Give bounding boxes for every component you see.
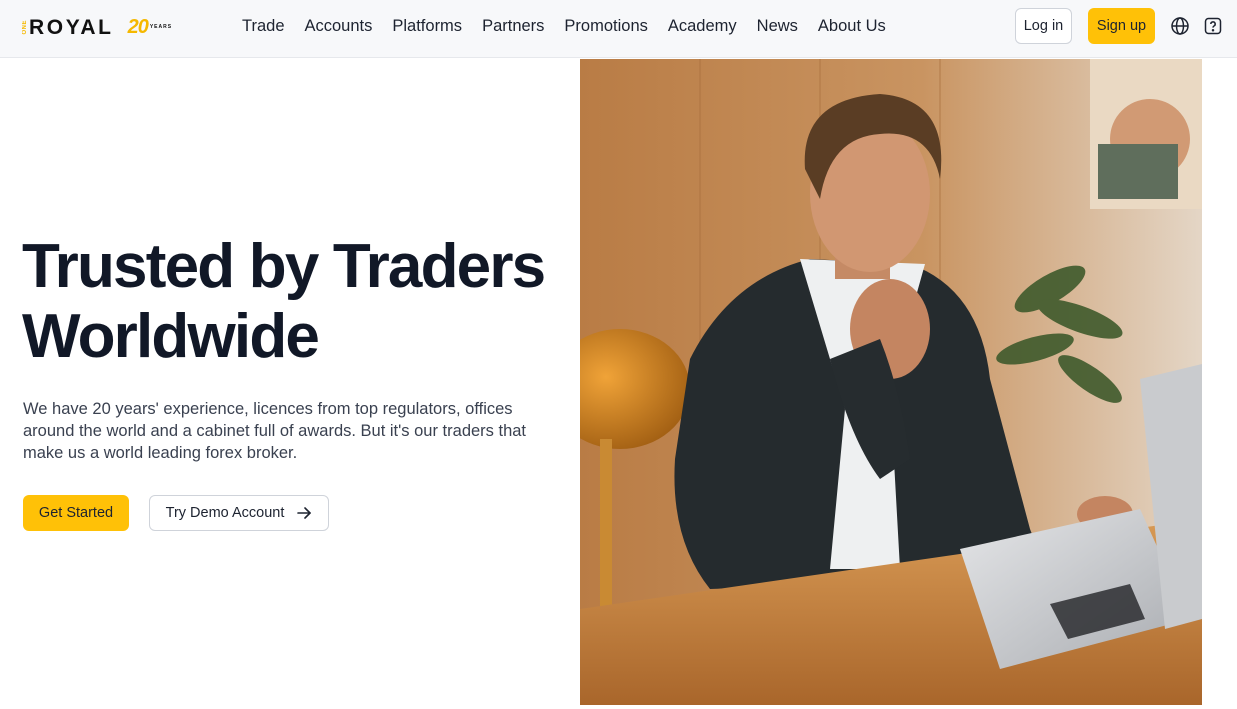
nav-item-platforms[interactable]: Platforms — [392, 16, 462, 36]
nav-item-partners[interactable]: Partners — [482, 16, 544, 36]
help-icon[interactable] — [1203, 16, 1223, 36]
logo-one-text: ONE — [22, 19, 28, 35]
signup-button[interactable]: Sign up — [1088, 8, 1155, 44]
brand-logo[interactable]: ONE ROYAL 20 YEARS — [22, 12, 172, 42]
hero-photo — [580, 59, 1202, 705]
hero-title-line-1: Trusted by Traders — [22, 232, 546, 301]
nav-item-accounts[interactable]: Accounts — [305, 16, 373, 36]
nav-item-academy[interactable]: Academy — [668, 16, 737, 36]
site-header: ONE ROYAL 20 YEARS Trade Accounts Platfo… — [0, 0, 1237, 58]
login-button[interactable]: Log in — [1015, 8, 1072, 44]
hero-title: Trusted by Traders Worldwide — [22, 232, 562, 372]
main-nav: Trade Accounts Platforms Partners Promot… — [242, 16, 906, 36]
nav-item-news[interactable]: News — [757, 16, 798, 36]
globe-icon[interactable] — [1170, 16, 1190, 36]
try-demo-account-label: Try Demo Account — [165, 505, 285, 521]
logo-anniversary-word: YEARS — [149, 24, 173, 30]
get-started-button[interactable]: Get Started — [23, 495, 129, 531]
arrow-right-icon — [297, 507, 312, 519]
logo-brand-text: ROYAL — [29, 15, 114, 39]
nav-item-promotions[interactable]: Promotions — [564, 16, 647, 36]
try-demo-account-button[interactable]: Try Demo Account — [149, 495, 329, 531]
trader-at-desk-image — [580, 59, 1202, 705]
nav-item-about-us[interactable]: About Us — [818, 16, 886, 36]
hero-description: We have 20 years' experience, licences f… — [23, 400, 527, 462]
hero-title-line-2: Worldwide — [22, 302, 320, 371]
logo-anniversary-number: 20 — [127, 16, 149, 38]
nav-item-trade[interactable]: Trade — [242, 16, 285, 36]
